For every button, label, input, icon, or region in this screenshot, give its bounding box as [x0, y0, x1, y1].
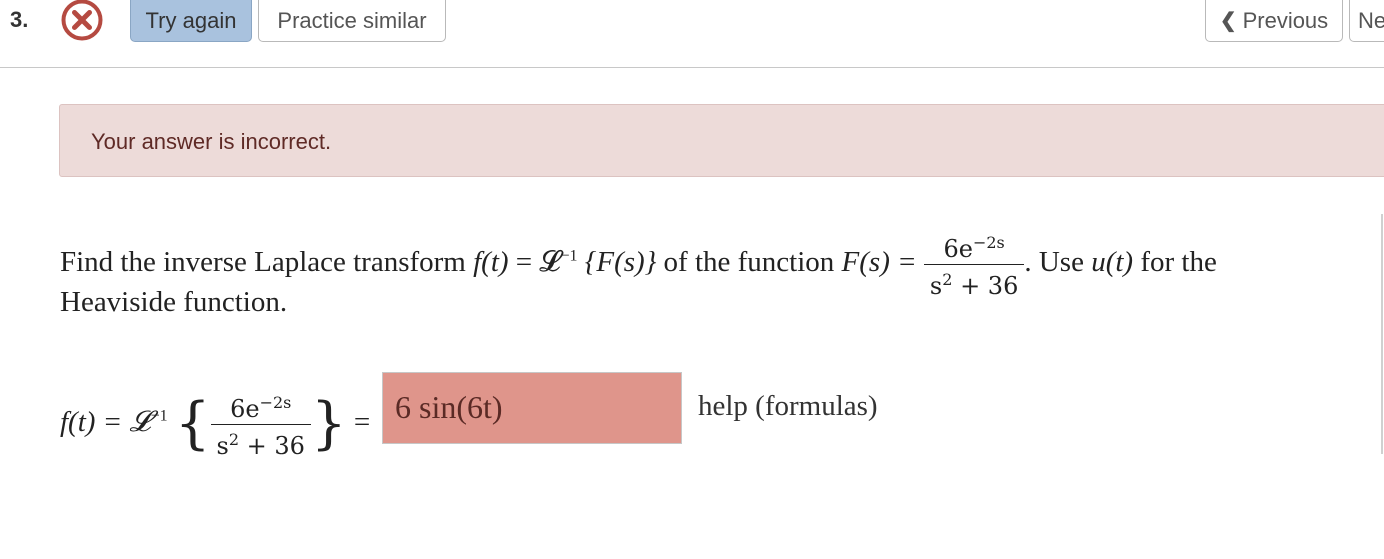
fraction-numerator: 6e−2s [924, 228, 1024, 264]
next-label: Ne [1358, 7, 1384, 33]
for-the-text: for the [1140, 246, 1217, 279]
numerator-exponent: −2s [972, 233, 1005, 252]
answer-value: 6 sin(6t) [395, 389, 503, 425]
chevron-left-icon: ❮ [1219, 10, 1237, 32]
answer-denominator-rest: + 36 [239, 432, 305, 460]
answer-fraction: 6e−2s s2 + 36 [210, 388, 311, 461]
previous-label: Previous [1242, 7, 1329, 33]
incorrect-alert: Your answer is incorrect. [59, 104, 1384, 177]
F-of-s-braced: {F(s)} [584, 246, 657, 279]
question-number: 3. [10, 7, 29, 32]
answer-numerator: 6e−2s [211, 388, 311, 424]
laplace-operator: = 𝓛 [515, 246, 561, 279]
answer-numerator-exponent: −2s [259, 393, 292, 412]
help-formulas-link[interactable]: help (formulas) [698, 390, 878, 423]
right-brace: } [310, 391, 347, 457]
left-brace: { [174, 391, 211, 457]
previous-button[interactable]: ❮ Previous [1205, 0, 1343, 42]
practice-similar-button[interactable]: Practice similar [258, 0, 446, 42]
next-button[interactable]: Ne [1349, 0, 1384, 42]
numerator-coef: 6e [943, 235, 973, 263]
u-of-t: u(t) [1091, 246, 1134, 279]
F-of-s: F(s) = [841, 246, 917, 279]
laplace-inverse-exponent: −1 [560, 247, 578, 265]
denominator-base: s [929, 272, 943, 300]
try-again-label: Try again [145, 7, 237, 33]
answer-denominator-exponent: 2 [228, 430, 240, 449]
answer-equals: = [353, 406, 371, 439]
answer-lhs-f: f(t) = 𝓛 [60, 406, 151, 439]
answer-lhs-exponent: −1 [150, 407, 168, 425]
scroll-edge [1381, 214, 1383, 454]
transform-fraction: 6e−2s s2 + 36 [923, 228, 1025, 301]
answer-input[interactable]: 6 sin(6t) [382, 372, 682, 444]
answer-denominator-base: s [216, 432, 229, 460]
problem-intro: Find the inverse Laplace transform [60, 246, 466, 279]
alert-message: Your answer is incorrect. [91, 129, 332, 154]
answer-numerator-coef: 6e [230, 395, 260, 423]
fraction-denominator: s2 + 36 [923, 264, 1025, 301]
problem-statement-line2: Heaviside function. [60, 286, 288, 318]
try-again-button[interactable]: Try again [130, 0, 252, 42]
question-toolbar: 3. Try again Practice similar ❮ Previous… [0, 0, 1384, 68]
f-of-t: f(t) [473, 246, 509, 279]
practice-similar-label: Practice similar [277, 7, 427, 33]
denominator-rest: + 36 [952, 272, 1019, 300]
x-circle-icon [61, 0, 103, 41]
denominator-exponent: 2 [942, 270, 953, 289]
answer-denominator: s2 + 36 [210, 424, 311, 461]
use-text: . Use [1024, 246, 1084, 279]
answer-lhs: f(t) = 𝓛−1 { 6e−2s s2 + 36 } = [60, 388, 370, 461]
of-the-function: of the function [663, 246, 835, 279]
